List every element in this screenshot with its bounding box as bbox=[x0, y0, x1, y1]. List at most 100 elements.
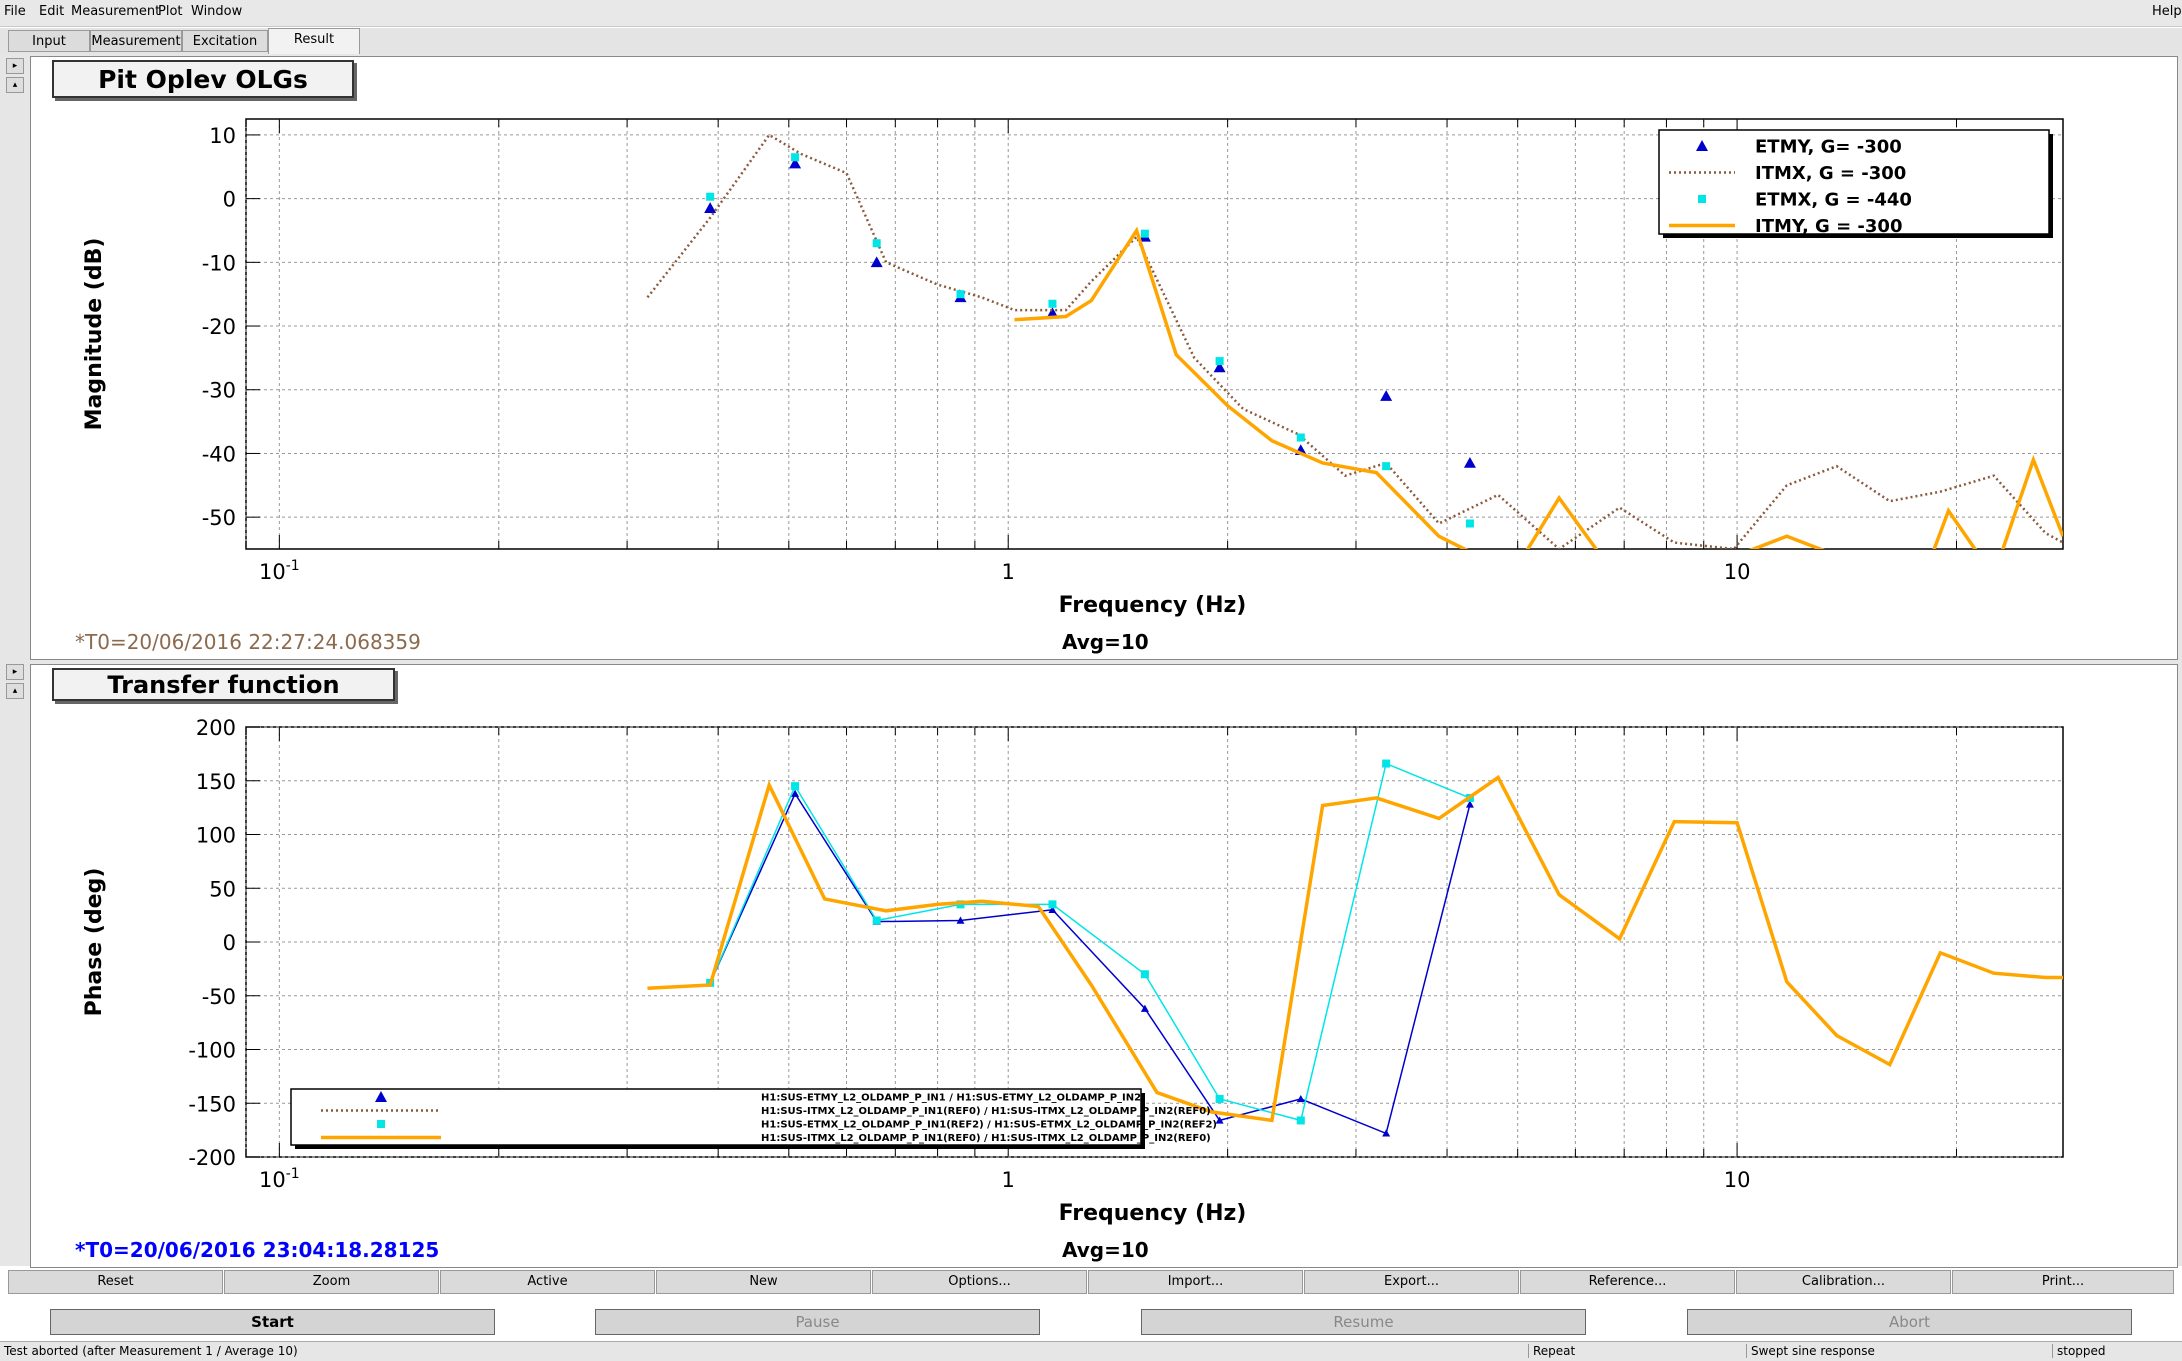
data-point-square bbox=[1140, 229, 1149, 238]
menu-window[interactable]: Window bbox=[191, 4, 242, 19]
pad2-avg: Avg=10 bbox=[1062, 1238, 1149, 1262]
reset-button[interactable]: Reset bbox=[8, 1270, 223, 1294]
data-point-square bbox=[1465, 519, 1474, 528]
x-axis-label: Frequency (Hz) bbox=[1059, 1201, 1247, 1226]
pad1-timestamp: *T0=20/06/2016 22:27:24.068359 bbox=[75, 630, 421, 654]
data-point-square bbox=[706, 192, 715, 201]
y-tick-label: -30 bbox=[202, 379, 236, 403]
pad1-collapse-icon[interactable]: ▴ bbox=[6, 77, 24, 93]
pad1-expand-icon[interactable]: ▸ bbox=[6, 58, 24, 74]
data-point-square bbox=[1382, 759, 1391, 768]
tab-result[interactable]: Result bbox=[268, 28, 360, 54]
legend-entry: ETMX, G = -440 bbox=[1755, 189, 1912, 210]
pad2-collapse-icon[interactable]: ▴ bbox=[6, 683, 24, 699]
menu-plot[interactable]: Plot bbox=[158, 4, 183, 19]
y-tick-label: -40 bbox=[202, 442, 236, 466]
status-message: Test aborted (after Measurement 1 / Aver… bbox=[4, 1344, 298, 1358]
x-tick-label: 10-1 bbox=[259, 558, 300, 584]
legend-entry: H1:SUS-ETMY_L2_OLDAMP_P_IN1 / H1:SUS-ETM… bbox=[761, 1093, 1141, 1104]
resume-button[interactable]: Resume bbox=[1141, 1309, 1586, 1335]
import-button[interactable]: Import... bbox=[1088, 1270, 1303, 1294]
data-point-square bbox=[1048, 299, 1057, 308]
y-tick-label: 10 bbox=[209, 124, 236, 148]
legend-entry: ETMY, G= -300 bbox=[1755, 136, 1902, 157]
data-point-square bbox=[956, 290, 965, 299]
tab-input[interactable]: Input bbox=[8, 30, 90, 52]
phase-pad: 200 150 100 50 0 -50 -100 -150 -200 10-1 1 10 Freque… bbox=[30, 664, 2178, 1268]
pad1-avg: Avg=10 bbox=[1062, 630, 1149, 654]
new-button[interactable]: New bbox=[656, 1270, 871, 1294]
data-point-square bbox=[1215, 357, 1224, 366]
menu-edit[interactable]: Edit bbox=[39, 4, 64, 19]
start-button[interactable]: Start bbox=[50, 1309, 495, 1335]
magnitude-plot[interactable]: 10 0 -10 -20 -30 -40 -50 10-1 1 10 Frequency (Hz) M… bbox=[31, 57, 2177, 659]
legend-symbol bbox=[377, 1120, 385, 1128]
legend-entry: ITMX, G = -300 bbox=[1755, 163, 1906, 184]
export-button[interactable]: Export... bbox=[1304, 1270, 1519, 1294]
print-button[interactable]: Print... bbox=[1952, 1270, 2174, 1294]
pause-button[interactable]: Pause bbox=[595, 1309, 1040, 1335]
y-tick-label: -10 bbox=[202, 251, 236, 275]
status-state: stopped bbox=[2052, 1344, 2106, 1358]
pad2-expand-icon[interactable]: ▸ bbox=[6, 664, 24, 680]
y-tick-label: 0 bbox=[223, 931, 236, 955]
status-repeat: Repeat bbox=[1528, 1344, 1575, 1358]
x-tick-label: 10 bbox=[1724, 1168, 1751, 1192]
y-tick-label: 0 bbox=[223, 188, 236, 212]
data-point-square bbox=[791, 782, 800, 791]
y-axis-label: Magnitude (dB) bbox=[82, 238, 107, 431]
x-tick-label: 10-1 bbox=[259, 1166, 300, 1192]
calibration-button[interactable]: Calibration... bbox=[1736, 1270, 1951, 1294]
y-tick-label: 100 bbox=[196, 824, 236, 848]
tab-excitation[interactable]: Excitation bbox=[182, 30, 268, 52]
data-point-square bbox=[1048, 900, 1057, 909]
data-point-square bbox=[1215, 1094, 1224, 1103]
legend-entry: H1:SUS-ITMX_L2_OLDAMP_P_IN1(REF0) / H1:S… bbox=[761, 1106, 1211, 1117]
tab-bar: Input Measurement Excitation Result bbox=[0, 28, 2182, 54]
menu-file[interactable]: File bbox=[4, 4, 26, 19]
y-tick-label: -50 bbox=[202, 506, 236, 530]
y-tick-label: -100 bbox=[188, 1039, 236, 1063]
pad1-title: Pit Oplev OLGs bbox=[52, 60, 354, 98]
data-point-square bbox=[1296, 1116, 1305, 1125]
y-tick-label: -150 bbox=[188, 1092, 236, 1116]
menu-help[interactable]: Help bbox=[2152, 4, 2182, 19]
x-axis-label: Frequency (Hz) bbox=[1059, 593, 1247, 618]
zoom-button[interactable]: Zoom bbox=[224, 1270, 439, 1294]
y-tick-label: 200 bbox=[196, 716, 236, 740]
y-tick-label: -50 bbox=[202, 985, 236, 1009]
data-point-square bbox=[1140, 970, 1149, 979]
x-tick-exponent: -1 bbox=[286, 1166, 300, 1182]
y-tick-label: -200 bbox=[188, 1146, 236, 1170]
data-point-square bbox=[872, 239, 881, 248]
data-point-square bbox=[791, 153, 800, 162]
y-tick-label: 150 bbox=[196, 770, 236, 794]
legend-entry: ITMY, G = -300 bbox=[1755, 216, 1902, 237]
options-button[interactable]: Options... bbox=[872, 1270, 1087, 1294]
legend-entry: H1:SUS-ETMX_L2_OLDAMP_P_IN1(REF2) / H1:S… bbox=[761, 1120, 1217, 1131]
y-axis-label: Phase (deg) bbox=[82, 868, 107, 1017]
x-tick-exponent: -1 bbox=[286, 558, 300, 574]
data-point-square bbox=[1382, 462, 1391, 471]
x-tick-label: 1 bbox=[1002, 560, 1015, 584]
pad2-title: Transfer function bbox=[52, 668, 395, 701]
menu-measurement[interactable]: Measurement bbox=[71, 4, 160, 19]
status-mode: Swept sine response bbox=[1746, 1344, 1875, 1358]
y-tick-label: 50 bbox=[209, 877, 236, 901]
legend-symbol bbox=[1698, 195, 1706, 203]
status-bar: Test aborted (after Measurement 1 / Aver… bbox=[0, 1341, 2182, 1361]
magnitude-pad: 10 0 -10 -20 -30 -40 -50 10-1 1 10 Frequency (Hz) M… bbox=[30, 56, 2178, 660]
y-tick-label: -20 bbox=[202, 315, 236, 339]
data-point-square bbox=[872, 916, 881, 925]
tab-measurement[interactable]: Measurement bbox=[90, 30, 182, 52]
x-tick-label: 1 bbox=[1002, 1168, 1015, 1192]
reference-button[interactable]: Reference... bbox=[1520, 1270, 1735, 1294]
abort-button[interactable]: Abort bbox=[1687, 1309, 2132, 1335]
active-button[interactable]: Active bbox=[440, 1270, 655, 1294]
phase-plot[interactable]: 200 150 100 50 0 -50 -100 -150 -200 10-1 1 10 Freque… bbox=[31, 665, 2177, 1267]
menu-bar: File Edit Measurement Plot Window Help bbox=[0, 0, 2182, 27]
data-point-square bbox=[1296, 433, 1305, 442]
x-tick-label: 10 bbox=[1724, 560, 1751, 584]
legend-entry: H1:SUS-ITMX_L2_OLDAMP_P_IN1(REF0) / H1:S… bbox=[761, 1133, 1211, 1144]
pad2-timestamp: *T0=20/06/2016 23:04:18.28125 bbox=[75, 1238, 440, 1262]
